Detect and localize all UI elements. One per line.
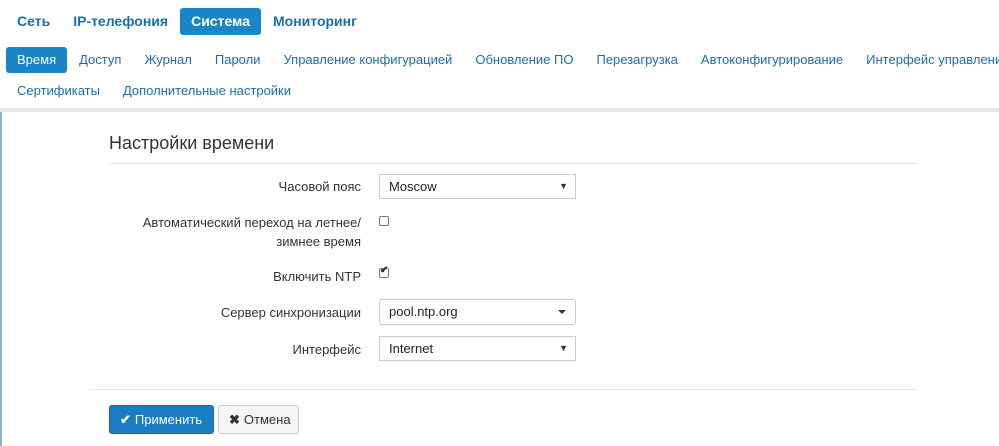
triangle-down-icon: ▼: [559, 343, 568, 353]
interface-label: Интерфейс: [292, 342, 361, 357]
interface-value: Internet: [389, 341, 434, 356]
top-tab-network[interactable]: Сеть: [6, 8, 61, 35]
apply-button[interactable]: ✔ Применить: [109, 405, 214, 434]
apply-button-label: Применить: [134, 412, 203, 427]
sub-tab-config-management[interactable]: Управление конфигурацией: [272, 47, 463, 73]
caret-down-icon[interactable]: [558, 310, 566, 314]
sub-tab-passwords[interactable]: Пароли: [204, 47, 272, 73]
check-icon: ✔: [120, 412, 131, 427]
interface-select[interactable]: Internet ▼: [379, 336, 576, 361]
dst-label-line-2: зимнее время: [276, 234, 361, 249]
sub-tab-access[interactable]: Доступ: [68, 47, 132, 73]
sub-tab-firmware-update[interactable]: Обновление ПО: [464, 47, 584, 73]
top-tab-monitoring[interactable]: Мониторинг: [262, 8, 368, 35]
sub-tab-reboot[interactable]: Перезагрузка: [585, 47, 688, 73]
nav-separator: [0, 108, 999, 112]
top-nav: Сеть IP-телефония Система Мониторинг: [6, 7, 369, 35]
sub-nav-row-2: Сертификаты Дополнительные настройки: [6, 78, 996, 104]
server-value: pool.ntp.org: [389, 304, 458, 319]
section-title: Настройки времени: [109, 133, 275, 153]
sub-nav: Время Доступ Журнал Пароли Управление ко…: [6, 47, 999, 104]
server-combobox[interactable]: pool.ntp.org: [379, 299, 576, 325]
server-label: Сервер синхронизации: [220, 305, 361, 320]
top-tab-system[interactable]: Система: [180, 7, 261, 35]
cancel-button-label: Отмена: [243, 412, 291, 427]
sub-tab-certificates[interactable]: Сертификаты: [6, 78, 111, 104]
left-edge-line: [0, 112, 2, 446]
dst-label: Автоматический переход на летнее/ зимнее…: [121, 213, 361, 251]
footer-divider: [90, 389, 917, 390]
dst-checkbox[interactable]: [379, 216, 389, 226]
section-divider: [109, 163, 917, 164]
top-tab-ip-telephony[interactable]: IP-телефония: [62, 8, 179, 35]
sub-nav-row-1: Время Доступ Журнал Пароли Управление ко…: [6, 47, 999, 73]
timezone-label: Часовой пояс: [278, 179, 361, 194]
cancel-button[interactable]: ✖ Отмена: [218, 405, 299, 434]
sub-tab-management-interface[interactable]: Интерфейс управления: [855, 47, 999, 73]
checkmark-icon: ✔: [380, 265, 389, 276]
sub-tab-time[interactable]: Время: [6, 47, 68, 73]
ntp-checkbox[interactable]: ✔: [379, 265, 389, 278]
sub-tab-log[interactable]: Журнал: [133, 47, 202, 73]
timezone-select[interactable]: Moscow ▼: [379, 174, 576, 199]
ntp-label: Включить NTP: [273, 269, 361, 284]
timezone-value: Moscow: [389, 179, 437, 194]
dst-label-line-1: Автоматический переход на летнее/: [142, 215, 361, 230]
close-icon: ✖: [229, 412, 240, 427]
triangle-down-icon: ▼: [559, 181, 568, 191]
sub-tab-advanced-settings[interactable]: Дополнительные настройки: [112, 78, 302, 104]
sub-tab-autoprovisioning[interactable]: Автоконфигурирование: [690, 47, 854, 73]
